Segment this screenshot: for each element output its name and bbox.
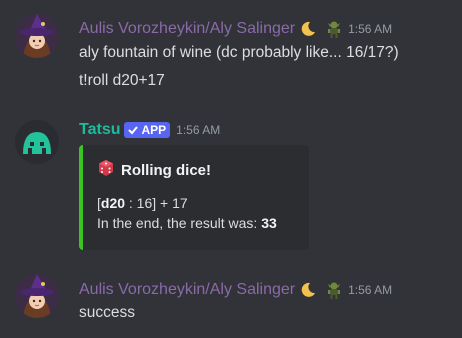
app-badge-label: APP [141, 123, 167, 137]
goblin-role-icon[interactable] [326, 20, 342, 38]
username[interactable]: Aulis Vorozheykin/Aly Salinger [79, 281, 295, 299]
message-header: Aulis Vorozheykin/Aly Salinger 1:56 AM [79, 280, 392, 300]
message-line: aly fountain of wine (dc probably like..… [79, 44, 399, 61]
roll-detail: [d20 : 16] + 17 [97, 195, 188, 211]
message-line: success [79, 304, 135, 321]
chat-log: Aulis Vorozheykin/Aly Salinger 1:56 AM a… [0, 0, 462, 338]
result-prefix: In the end, the result was: [97, 215, 262, 231]
witch-avatar-icon[interactable] [15, 14, 59, 58]
result-value: 33 [261, 215, 277, 231]
roll-result: In the end, the result was: 33 [97, 215, 277, 231]
crescent-moon-icon [300, 282, 316, 298]
username[interactable]: Tatsu [79, 121, 120, 139]
message-1: Aulis Vorozheykin/Aly Salinger 1:56 AM a… [0, 0, 462, 110]
tatsu-avatar-icon[interactable] [15, 120, 59, 164]
roll-suffix: : 16] + 17 [125, 195, 188, 211]
embed-title: Rolling dice! [97, 159, 211, 181]
goblin-role-icon[interactable] [326, 281, 342, 299]
message-line: t!roll d20+17 [79, 72, 165, 89]
timestamp[interactable]: 1:56 AM [176, 123, 220, 137]
username[interactable]: Aulis Vorozheykin/Aly Salinger [79, 20, 295, 38]
timestamp[interactable]: 1:56 AM [348, 283, 392, 297]
roll-die: d20 [100, 195, 126, 211]
embed-title-text: Rolling dice! [121, 161, 211, 179]
timestamp[interactable]: 1:56 AM [348, 22, 392, 36]
message-header: Aulis Vorozheykin/Aly Salinger 1:56 AM [79, 19, 392, 39]
app-badge: APP [124, 122, 171, 138]
dice-roll-embed: Rolling dice! [d20 : 16] + 17 In the end… [79, 145, 309, 250]
message-header: Tatsu APP 1:56 AM [79, 120, 220, 140]
crescent-moon-icon [300, 21, 316, 37]
verified-check-icon [128, 126, 139, 135]
message-3: Aulis Vorozheykin/Aly Salinger 1:56 AM s… [0, 270, 462, 338]
witch-avatar-icon[interactable] [15, 274, 59, 318]
dice-icon [97, 159, 115, 181]
